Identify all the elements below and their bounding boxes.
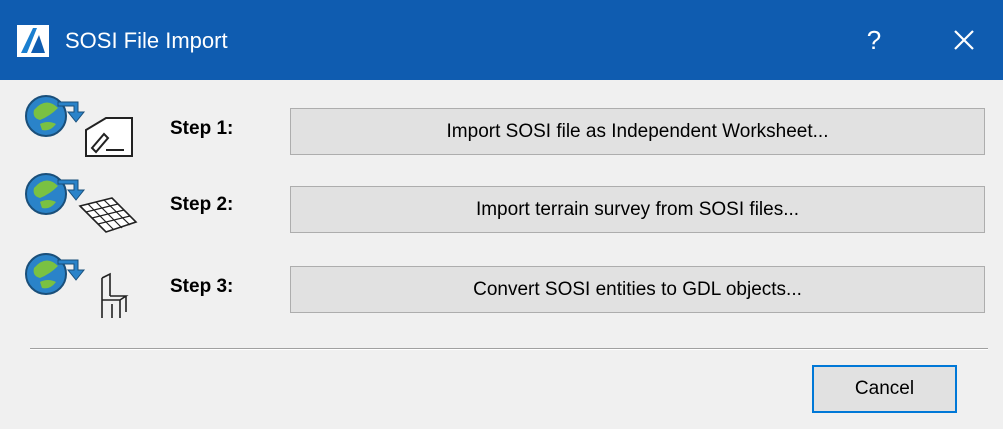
window-title: SOSI File Import <box>65 28 228 53</box>
step-row-2: Step 2: Import terrain survey from SOSI … <box>0 166 1003 244</box>
import-terrain-button[interactable]: Import terrain survey from SOSI files... <box>290 186 985 233</box>
archicad-logo-icon <box>17 25 49 57</box>
close-button[interactable] <box>938 10 990 70</box>
sosi-worksheet-icon <box>25 95 133 157</box>
convert-gdl-button[interactable]: Convert SOSI entities to GDL objects... <box>290 266 985 313</box>
import-worksheet-button[interactable]: Import SOSI file as Independent Workshee… <box>290 108 985 155</box>
step-row-1: Step 1: Import SOSI file as Independent … <box>0 88 1003 166</box>
sosi-gdl-object-icon <box>25 253 129 318</box>
title-bar[interactable]: SOSI File Import ? <box>0 0 1003 80</box>
dialog-body: Step 1: Import SOSI file as Independent … <box>0 80 1003 429</box>
step-2-label: Step 2: <box>170 194 234 215</box>
step-3-label: Step 3: <box>170 276 234 297</box>
help-button[interactable]: ? <box>848 10 900 70</box>
cancel-button[interactable]: Cancel <box>812 365 957 413</box>
sosi-terrain-mesh-icon <box>25 173 138 233</box>
close-icon <box>954 30 974 50</box>
step-1-label: Step 1: <box>170 118 234 139</box>
step-row-3: Step 3: Convert SOSI entities to GDL obj… <box>0 244 1003 322</box>
separator <box>30 348 988 350</box>
